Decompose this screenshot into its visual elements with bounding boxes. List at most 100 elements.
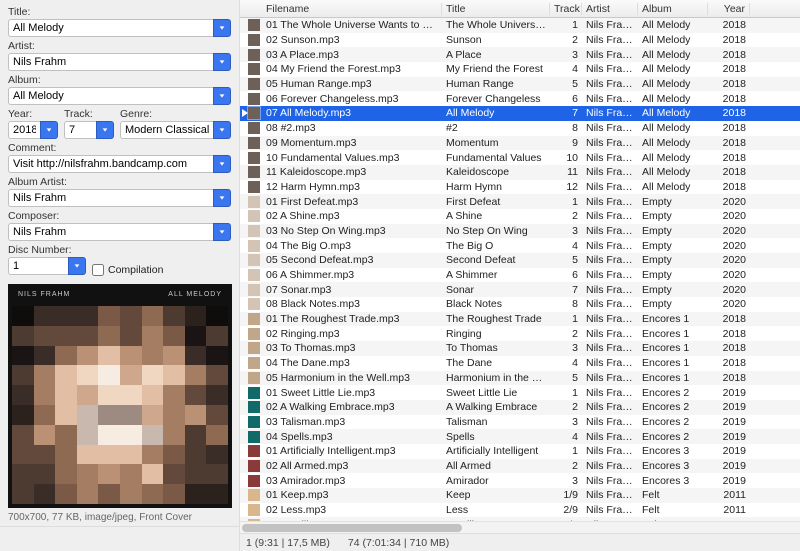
album-color-swatch [248, 225, 260, 237]
track-dropdown-button[interactable] [96, 121, 114, 139]
title-dropdown-button[interactable] [213, 19, 231, 37]
table-row[interactable]: 04 The Dane.mp3The Dane4Nils FrahmEncore… [240, 356, 800, 371]
genre-combo[interactable] [120, 121, 231, 139]
table-row[interactable]: 07 All Melody.mp3All Melody7Nils FrahmAl… [240, 106, 800, 121]
track-combo[interactable] [64, 121, 114, 139]
table-row[interactable]: 03 To Thomas.mp3To Thomas3Nils FrahmEnco… [240, 341, 800, 356]
cell-track: 12 [550, 181, 582, 193]
year-input[interactable] [8, 121, 40, 139]
album-artist-combo[interactable] [8, 189, 231, 207]
table-row[interactable]: 06 Forever Changeless.mp3Forever Changel… [240, 91, 800, 106]
compilation-checkbox[interactable] [92, 264, 104, 276]
disc-label: Disc Number: [8, 244, 86, 256]
table-row[interactable]: 03 Amirador.mp3Amirador3Nils FrahmEncore… [240, 473, 800, 488]
track-input[interactable] [64, 121, 96, 139]
table-row[interactable]: 04 Spells.mp3Spells4Nils FrahmEncores 22… [240, 429, 800, 444]
cell-album: All Melody [638, 93, 708, 105]
table-row[interactable]: 04 The Big O.mp3The Big O4Nils FrahmEmpt… [240, 238, 800, 253]
cell-filename: 01 First Defeat.mp3 [262, 196, 442, 208]
artist-combo[interactable] [8, 53, 231, 71]
composer-label: Composer: [8, 210, 231, 222]
column-header-year[interactable]: Year [708, 3, 750, 15]
status-bar: 1 (9:31 | 17,5 MB) 74 (7:01:34 | 710 MB) [240, 533, 800, 551]
cell-year: 2018 [708, 122, 750, 134]
cell-track: 3 [550, 416, 582, 428]
album-color-swatch [248, 372, 260, 384]
album-artist-input[interactable] [8, 189, 213, 207]
table-row[interactable]: 08 #2.mp3#28Nils FrahmAll Melody2018 [240, 121, 800, 136]
column-header-track[interactable]: Track [550, 3, 582, 15]
table-row[interactable]: 05 Harmonium in the Well.mp3Harmonium in… [240, 371, 800, 386]
album-combo[interactable] [8, 87, 231, 105]
table-row[interactable]: 02 Ringing.mp3Ringing2Nils FrahmEncores … [240, 326, 800, 341]
table-row[interactable]: 02 Sunson.mp3Sunson2Nils FrahmAll Melody… [240, 33, 800, 48]
cell-title: A Shimmer [442, 269, 550, 281]
table-row[interactable]: 07 Sonar.mp3Sonar7Nils FrahmEmpty2020 [240, 282, 800, 297]
cell-album: Empty [638, 269, 708, 281]
cell-artist: Nils Frahm [582, 107, 638, 119]
artist-input[interactable] [8, 53, 213, 71]
table-row[interactable]: 05 Human Range.mp3Human Range5Nils Frahm… [240, 77, 800, 92]
album-color-swatch [248, 78, 260, 90]
column-header-title[interactable]: Title [442, 3, 550, 15]
table-row[interactable]: 01 The Roughest Trade.mp3The Roughest Tr… [240, 312, 800, 327]
table-row[interactable]: 03 No Step On Wing.mp3No Step On Wing3Ni… [240, 224, 800, 239]
cell-album: Empty [638, 284, 708, 296]
year-dropdown-button[interactable] [40, 121, 58, 139]
disc-dropdown-button[interactable] [68, 257, 86, 275]
composer-dropdown-button[interactable] [213, 223, 231, 241]
album-dropdown-button[interactable] [213, 87, 231, 105]
cell-track: 7 [550, 107, 582, 119]
table-row[interactable]: 01 Keep.mp3Keep1/9Nils FrahmFelt2011 [240, 488, 800, 503]
track-rows-container: 01 The Whole Universe Wants to Be Touche… [240, 18, 800, 521]
cell-year: 2019 [708, 401, 750, 413]
table-row[interactable]: 02 A Shine.mp3A Shine2Nils FrahmEmpty202… [240, 209, 800, 224]
composer-input[interactable] [8, 223, 213, 241]
column-header-artist[interactable]: Artist [582, 3, 638, 15]
table-row[interactable]: 05 Second Defeat.mp3Second Defeat5Nils F… [240, 253, 800, 268]
title-combo[interactable] [8, 19, 231, 37]
album-artist-dropdown-button[interactable] [213, 189, 231, 207]
genre-input[interactable] [120, 121, 213, 139]
cell-album: Empty [638, 225, 708, 237]
table-row[interactable]: 12 Harm Hymn.mp3Harm Hymn12Nils FrahmAll… [240, 180, 800, 195]
cell-title: The Big O [442, 240, 550, 252]
table-row[interactable]: 11 Kaleidoscope.mp3Kaleidoscope11Nils Fr… [240, 165, 800, 180]
table-row[interactable]: 04 My Friend the Forest.mp3My Friend the… [240, 62, 800, 77]
table-row[interactable]: 08 Black Notes.mp3Black Notes8Nils Frahm… [240, 297, 800, 312]
disc-input[interactable] [8, 257, 68, 275]
album-input[interactable] [8, 87, 213, 105]
disc-combo[interactable] [8, 257, 86, 275]
year-combo[interactable] [8, 121, 58, 139]
cell-artist: Nils Frahm [582, 166, 638, 178]
table-row[interactable]: 03 Talisman.mp3Talisman3Nils FrahmEncore… [240, 415, 800, 430]
cell-album: All Melody [638, 34, 708, 46]
column-header-album[interactable]: Album [638, 3, 708, 15]
comment-combo[interactable] [8, 155, 231, 173]
comment-dropdown-button[interactable] [213, 155, 231, 173]
title-input[interactable] [8, 19, 213, 37]
comment-input[interactable] [8, 155, 213, 173]
cell-artist: Nils Frahm [582, 225, 638, 237]
table-row[interactable]: 02 Less.mp3Less2/9Nils FrahmFelt2011 [240, 503, 800, 518]
table-row[interactable]: 01 First Defeat.mp3First Defeat1Nils Fra… [240, 194, 800, 209]
cell-track: 8 [550, 122, 582, 134]
table-row[interactable]: 02 A Walking Embrace.mp3A Walking Embrac… [240, 400, 800, 415]
album-cover[interactable]: NILS FRAHM ALL MELODY [8, 284, 232, 508]
table-row[interactable]: 01 The Whole Universe Wants to Be Touche… [240, 18, 800, 33]
cell-year: 2020 [708, 210, 750, 222]
table-row[interactable]: 06 A Shimmer.mp3A Shimmer6Nils FrahmEmpt… [240, 268, 800, 283]
table-row[interactable]: 10 Fundamental Values.mp3Fundamental Val… [240, 150, 800, 165]
table-row[interactable]: 09 Momentum.mp3Momentum9Nils FrahmAll Me… [240, 136, 800, 151]
genre-dropdown-button[interactable] [213, 121, 231, 139]
horizontal-scrollbar[interactable] [240, 521, 800, 533]
table-row[interactable]: 03 A Place.mp3A Place3Nils FrahmAll Melo… [240, 47, 800, 62]
table-row[interactable]: 01 Sweet Little Lie.mp3Sweet Little Lie1… [240, 385, 800, 400]
column-header-filename[interactable]: Filename [262, 3, 442, 15]
cell-track: 1 [550, 313, 582, 325]
table-row[interactable]: 01 Artificially Intelligent.mp3Artificia… [240, 444, 800, 459]
artist-dropdown-button[interactable] [213, 53, 231, 71]
composer-combo[interactable] [8, 223, 231, 241]
horizontal-scrollbar-thumb[interactable] [242, 524, 462, 532]
table-row[interactable]: 02 All Armed.mp3All Armed2Nils FrahmEnco… [240, 459, 800, 474]
